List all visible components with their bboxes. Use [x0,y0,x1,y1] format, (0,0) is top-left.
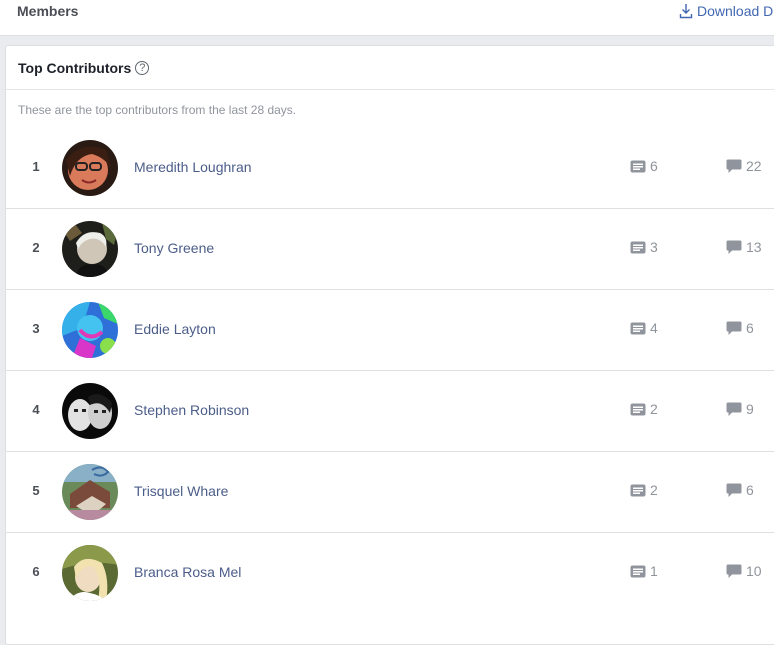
avatar[interactable] [62,302,118,358]
comment-icon [726,564,742,578]
contributor-name[interactable]: Stephen Robinson [134,402,249,418]
rank-number: 6 [32,564,40,579]
contributor-list: 1 Meredith Loughran 6 22 2 Tony Greene 3… [6,128,774,614]
post-count-value: 3 [650,239,658,255]
contributor-name[interactable]: Trisquel Whare [134,483,228,499]
comment-icon [726,240,742,254]
card-subtitle: These are the top contributors from the … [18,103,297,117]
avatar[interactable] [62,464,118,520]
help-icon[interactable]: ? [135,60,150,75]
post-count-value: 2 [650,482,658,498]
avatar[interactable] [62,140,118,196]
post-icon [630,322,646,334]
contributor-name[interactable]: Branca Rosa Mel [134,564,241,580]
members-header: Members Download D [0,0,774,36]
contributor-name[interactable]: Eddie Layton [134,321,216,337]
avatar[interactable] [62,221,118,277]
comment-count-value: 6 [746,320,754,336]
comment-icon [726,483,742,497]
rank-number: 4 [32,402,40,417]
post-count-value: 2 [650,401,658,417]
comment-icon [726,402,742,416]
post-count-value: 4 [650,320,658,336]
post-count-value: 6 [650,158,658,174]
comment-count: 22 [726,158,762,174]
avatar[interactable] [62,545,118,601]
card-header: Top Contributors ? [6,46,774,90]
comment-count: 10 [726,563,762,579]
contributor-row: 1 Meredith Loughran 6 22 [6,128,774,209]
comment-icon [726,321,742,335]
top-contributors-card: Top Contributors ? These are the top con… [5,45,774,645]
contributor-row: 5 Trisquel Whare 2 6 [6,452,774,533]
contributor-row: 4 Stephen Robinson 2 9 [6,371,774,452]
comment-count: 6 [726,320,754,336]
comment-count-value: 10 [746,563,762,579]
post-count: 6 [630,158,658,174]
post-count: 2 [630,401,658,417]
contributor-row: 3 Eddie Layton 4 6 [6,290,774,371]
contributor-row: 2 Tony Greene 3 13 [6,209,774,290]
post-count: 4 [630,320,658,336]
post-icon [630,484,646,496]
post-count: 2 [630,482,658,498]
download-button[interactable]: Download D [679,3,773,19]
comment-count: 9 [726,401,754,417]
contributor-name[interactable]: Meredith Loughran [134,159,252,175]
contributor-name[interactable]: Tony Greene [134,240,214,256]
post-count: 1 [630,563,658,579]
comment-count-value: 6 [746,482,754,498]
comment-count-value: 22 [746,158,762,174]
rank-number: 5 [32,483,40,498]
comment-count: 6 [726,482,754,498]
post-count: 3 [630,239,658,255]
rank-number: 2 [32,240,40,255]
post-count-value: 1 [650,563,658,579]
comment-count: 13 [726,239,762,255]
comment-count-value: 13 [746,239,762,255]
contributor-row: 6 Branca Rosa Mel 1 10 [6,533,774,614]
post-icon [630,160,646,172]
download-icon [679,4,693,19]
comment-icon [726,159,742,173]
download-label: Download D [697,3,774,19]
members-title: Members [17,3,79,19]
rank-number: 1 [32,159,40,174]
rank-number: 3 [32,321,40,336]
comment-count-value: 9 [746,401,754,417]
avatar[interactable] [62,383,118,439]
post-icon [630,403,646,415]
post-icon [630,565,646,577]
card-title: Top Contributors [18,59,132,76]
post-icon [630,241,646,253]
